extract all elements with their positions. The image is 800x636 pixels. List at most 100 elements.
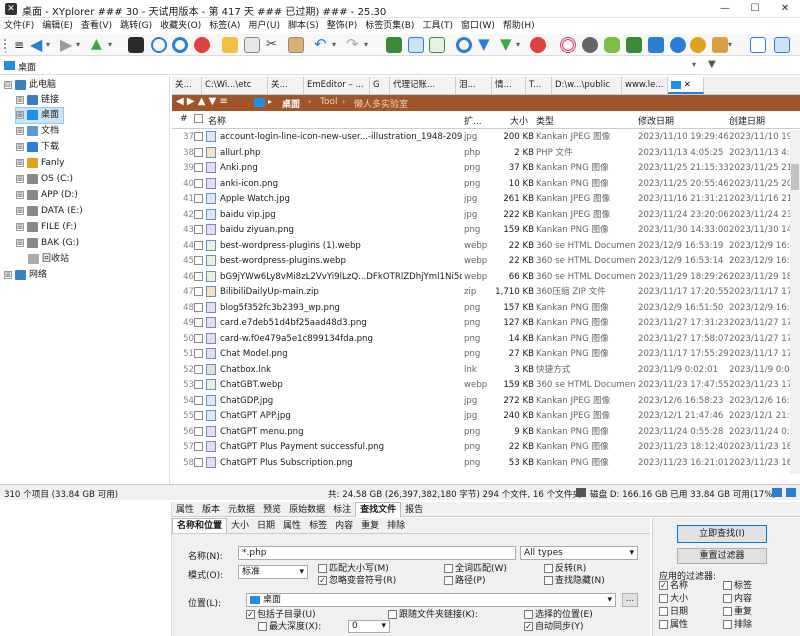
scroll-thumb[interactable] [791,164,799,190]
info-tab-report[interactable]: 报告 [401,503,427,517]
col-checkbox[interactable] [194,114,203,124]
active-tab[interactable]: ✕ [668,77,704,94]
menu-file[interactable]: 文件(F) [0,18,38,34]
expander-icon[interactable]: ⊞ [16,206,24,215]
settings-icon[interactable] [670,37,686,53]
tree-item[interactable]: ⊟ 此电脑 [4,78,56,93]
row-checkbox[interactable] [194,208,206,223]
tab[interactable]: EmEditor – ... [304,77,370,94]
check-icon[interactable] [429,37,445,53]
record-icon[interactable] [194,37,210,53]
layout-icon[interactable] [750,37,766,53]
menu-window[interactable]: 窗口(W) [457,18,499,34]
table-row[interactable]: 50 card-w.f0e479a5e1c899134fda.png png 14 K… [172,332,790,348]
crumb-desktop[interactable]: 桌面 [282,97,300,110]
row-checkbox[interactable] [194,301,206,316]
expander-icon[interactable]: ⊞ [16,110,24,119]
status-dropdown-icon[interactable] [786,488,796,497]
tree-item[interactable]: ⊞ 文档 [16,124,59,139]
expander-icon[interactable]: ⊟ [4,80,12,89]
col-name[interactable]: 名称 [208,114,226,127]
back-icon[interactable]: ◀ [30,37,46,53]
tab[interactable]: 关... [268,77,304,94]
find-tab-size[interactable]: 大小 [227,519,253,533]
find-tab-name-location[interactable]: 名称和位置 [172,518,228,533]
row-checkbox[interactable] [194,440,206,455]
menu-tools[interactable]: 工具(T) [418,18,457,34]
table-row[interactable]: 51 Chat Model.png png 27 KB Kankan PNG 图像 202… [172,347,790,363]
search-icon[interactable] [456,37,472,53]
find-icon[interactable] [172,37,188,53]
tab[interactable]: T... [526,77,552,94]
find-tab-content[interactable]: 内容 [331,519,357,533]
filter-size-checkbox[interactable]: 大小 [659,594,688,605]
tree-item[interactable]: ⊞ APP (D:) [16,188,78,203]
menu-user[interactable]: 用户(U) [244,18,284,34]
tab[interactable]: G [370,77,390,94]
grid-icon[interactable] [626,37,642,53]
forward-icon[interactable]: ▶ [60,37,76,53]
pie-icon[interactable] [530,37,546,53]
list-icon[interactable] [408,37,424,53]
table-row[interactable]: 41 Apple Watch.jpg jpg 261 KB Kankan JPEG 图像… [172,192,790,208]
address-input[interactable]: 桌面 [18,60,36,73]
row-checkbox[interactable] [194,316,206,331]
row-checkbox[interactable] [194,456,206,471]
undo-icon[interactable]: ↶ [314,37,330,53]
tab[interactable]: www.le... [622,77,668,94]
tree-item[interactable]: ⊞ DATA (E:) [16,204,83,219]
up-icon[interactable]: ▲ [91,37,107,53]
row-checkbox[interactable] [194,425,206,440]
mode-select[interactable]: 标准 ▾ [238,565,308,579]
brush-dropdown-icon[interactable]: ▾ [728,37,744,53]
filter-attributes-checkbox[interactable]: 属性 [659,620,688,631]
expander-icon[interactable]: ⊞ [16,126,24,135]
tab[interactable]: 情... [492,77,526,94]
menu-icon[interactable]: ≡ [14,37,30,53]
crumb-lab[interactable]: 懒人多实验室 [354,97,408,110]
auto-sync-checkbox[interactable]: ✓ 自动同步(Y) [524,622,584,633]
max-depth-select[interactable]: 0 ▾ [348,620,390,633]
tree-item[interactable]: ⊞ 网络 [4,268,47,283]
name-input[interactable]: *.php [238,546,516,560]
invert-checkbox[interactable]: 反转(R) [544,564,586,575]
info-tab-properties[interactable]: 属性 [172,503,198,517]
tree-item-selected[interactable]: ⊞ 桌面 [14,107,65,124]
row-checkbox[interactable] [194,378,206,393]
green-filter-icon[interactable]: ▼ [500,37,516,53]
filter-date-checkbox[interactable]: 日期 [659,607,688,618]
expander-icon[interactable]: ⊞ [16,158,24,167]
android-icon[interactable] [604,37,620,53]
find-tab-tags[interactable]: 标签 [305,519,331,533]
tree-item[interactable]: ⊞ 下载 [16,140,59,155]
filter-icon[interactable] [386,37,402,53]
expander-icon[interactable]: ⊞ [16,222,24,231]
tab[interactable]: 泪... [456,77,492,94]
table-row[interactable]: 56 ChatGPT menu.png png 9 KB Kankan PNG 图像 20… [172,425,790,441]
tab[interactable]: C:\Wi...\etc [202,77,268,94]
visual-filter-icon[interactable]: ▼ [478,37,494,53]
find-hidden-checkbox[interactable]: 查找隐藏(N) [544,576,605,587]
row-checkbox[interactable] [194,177,206,192]
close-button[interactable]: ✕ [770,0,800,18]
tree-item[interactable]: ⊞ FILE (F:) [16,220,77,235]
address-filter-icon[interactable]: ▼ [708,59,716,70]
table-row[interactable]: 38 allurl.php php 2 KB PHP 文件 2023/11/13 4:05… [172,146,790,162]
dual-pane-icon[interactable] [774,37,790,53]
table-row[interactable]: 47 BilibiliDailyUp-main.zip zip 1,710 KB 360… [172,285,790,301]
table-row[interactable]: 46 bG9jYWw6Ly8vMi8zL2VvYi9lLzQ...DFkOTRlZ… [172,270,790,286]
row-checkbox[interactable] [194,363,206,378]
info-tab-find-files[interactable]: 查找文件 [355,502,402,517]
table-row[interactable]: 48 blog5f352fc3b2393_wp.png png 157 KB Kanka… [172,301,790,317]
tab[interactable]: D:\w...\public [552,77,622,94]
menu-scripting[interactable]: 脚本(S) [284,18,323,34]
info-tab-metadata[interactable]: 元数据 [224,503,259,517]
paste-icon[interactable] [288,37,304,53]
find-tab-attributes[interactable]: 属性 [279,519,305,533]
info-tab-tags[interactable]: 标注 [329,503,355,517]
table-row[interactable]: 57 ChatGPT Plus Payment successful.png png… [172,440,790,456]
col-number[interactable]: # [180,114,188,124]
refresh-icon[interactable] [151,37,167,53]
table-row[interactable]: 45 best-wordpress-plugins.webp webp 22 KB 36… [172,254,790,270]
find-tab-duplicates[interactable]: 重复 [357,519,383,533]
